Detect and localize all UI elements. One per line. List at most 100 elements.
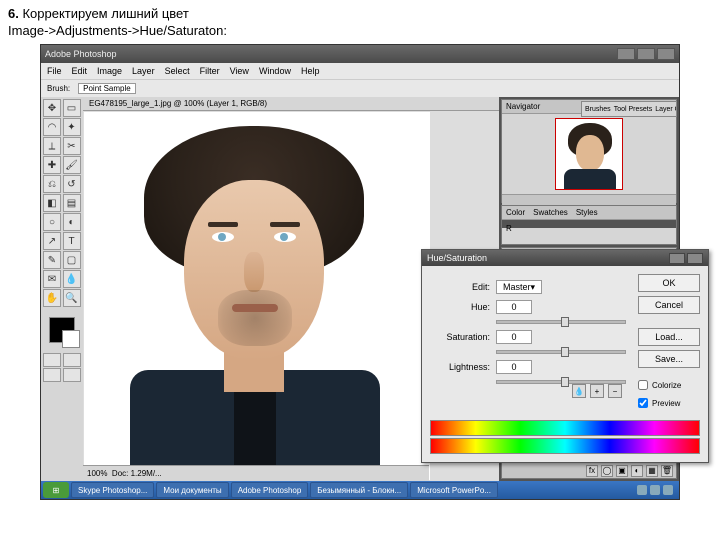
save-button[interactable]: Save... [638, 350, 700, 368]
step-number: 6. [8, 6, 19, 21]
hue-slider[interactable] [496, 320, 626, 324]
menubar: File Edit Image Layer Select Filter View… [41, 63, 679, 79]
hue-label: Hue: [430, 302, 490, 312]
eyedropper-plus-icon[interactable]: + [590, 384, 604, 398]
stamp-tool[interactable]: ⎌ [43, 175, 61, 193]
quickmask-on[interactable] [63, 353, 81, 367]
gradient-tool[interactable]: ▤ [63, 194, 81, 212]
menu-file[interactable]: File [47, 66, 62, 76]
hand-tool[interactable]: ✋ [43, 289, 61, 307]
marquee-tool[interactable]: ▭ [63, 99, 81, 117]
load-button[interactable]: Load... [638, 328, 700, 346]
cancel-button[interactable]: Cancel [638, 296, 700, 314]
pen-tool[interactable]: ✎ [43, 251, 61, 269]
foreground-color[interactable] [49, 317, 75, 343]
minimize-button[interactable] [617, 48, 635, 60]
menu-path: Image->Adjustments->Hue/Saturaton: [8, 23, 227, 38]
menu-help[interactable]: Help [301, 66, 320, 76]
menu-layer[interactable]: Layer [132, 66, 155, 76]
blur-tool[interactable]: ○ [43, 213, 61, 231]
wand-tool[interactable]: ✦ [63, 118, 81, 136]
eyedropper-icon[interactable]: 💧 [572, 384, 586, 398]
brush-tool[interactable]: 🖌 [63, 156, 81, 174]
notes-tool[interactable]: ✉ [43, 270, 61, 288]
lightness-label: Lightness: [430, 362, 490, 372]
titlebar[interactable]: Adobe Photoshop [41, 45, 679, 63]
system-tray[interactable] [633, 485, 677, 495]
task-item[interactable]: Adobe Photoshop [231, 482, 309, 498]
taskbar: ⊞ Skype Photoshop... Мои документы Adobe… [41, 481, 679, 499]
preview-checkbox[interactable]: Preview [638, 398, 700, 408]
background-color[interactable] [62, 330, 80, 348]
eraser-tool[interactable]: ◧ [43, 194, 61, 212]
zoom-tool[interactable]: 🔍 [63, 289, 81, 307]
dock-brushes[interactable]: Brushes [585, 106, 611, 113]
saturation-input[interactable] [496, 330, 532, 344]
styles-tab[interactable]: Styles [572, 206, 602, 219]
tray-icon[interactable] [650, 485, 660, 495]
edit-label: Edit: [430, 282, 490, 292]
eyedropper-minus-icon[interactable]: − [608, 384, 622, 398]
menu-window[interactable]: Window [259, 66, 291, 76]
right-dock[interactable]: Brushes Tool Presets Layer Co... [581, 101, 677, 117]
window-buttons [617, 48, 675, 60]
dock-toolpresets[interactable]: Tool Presets [614, 106, 653, 113]
lightness-slider[interactable] [496, 380, 626, 384]
type-tool[interactable]: T [63, 232, 81, 250]
hue-gradient [430, 420, 700, 436]
tray-icon[interactable] [637, 485, 647, 495]
task-item[interactable]: Microsoft PowerPo... [410, 482, 498, 498]
statusbar: 100% Doc: 1.29M/... [83, 465, 429, 481]
lasso-tool[interactable]: ◠ [43, 118, 61, 136]
history-brush-tool[interactable]: ↺ [63, 175, 81, 193]
app-title: Adobe Photoshop [45, 49, 117, 59]
shape-tool[interactable]: ▢ [63, 251, 81, 269]
close-button[interactable] [657, 48, 675, 60]
screenmode-std[interactable] [43, 368, 61, 382]
saturation-slider[interactable] [496, 350, 626, 354]
dialog-minimize[interactable] [669, 253, 685, 264]
hue-input[interactable] [496, 300, 532, 314]
task-item[interactable]: Skype Photoshop... [71, 482, 154, 498]
dodge-tool[interactable]: ◐ [63, 213, 81, 231]
crop-tool[interactable]: ⟂ [43, 137, 61, 155]
heal-tool[interactable]: ✚ [43, 156, 61, 174]
document-tab[interactable]: EG478195_large_1.jpg @ 100% (Layer 1, RG… [83, 97, 499, 111]
zoom-level[interactable]: 100% [87, 469, 107, 478]
task-item[interactable]: Мои документы [156, 482, 228, 498]
dialog-titlebar[interactable]: Hue/Saturation [422, 250, 708, 266]
slice-tool[interactable]: ✂ [63, 137, 81, 155]
menu-filter[interactable]: Filter [200, 66, 220, 76]
dialog-close[interactable] [687, 253, 703, 264]
hue-gradient-2 [430, 438, 700, 454]
fx-icon[interactable]: fx [586, 465, 598, 477]
colorize-checkbox[interactable]: Colorize [638, 380, 700, 390]
quickmask-off[interactable] [43, 353, 61, 367]
adjustment-icon[interactable]: ◐ [631, 465, 643, 477]
dock-layercomps[interactable]: Layer Co... [655, 106, 677, 113]
menu-image[interactable]: Image [97, 66, 122, 76]
menu-edit[interactable]: Edit [72, 66, 88, 76]
move-tool[interactable]: ✥ [43, 99, 61, 117]
edit-select[interactable]: Master ▾ [496, 280, 542, 294]
path-tool[interactable]: ↗ [43, 232, 61, 250]
new-layer-icon[interactable]: ▦ [646, 465, 658, 477]
lightness-input[interactable] [496, 360, 532, 374]
menu-view[interactable]: View [230, 66, 249, 76]
task-item[interactable]: Безымянный - Блокн... [310, 482, 408, 498]
color-tab[interactable]: Color [502, 206, 529, 219]
mask-icon[interactable]: ◯ [601, 465, 613, 477]
navigator-thumb[interactable] [555, 118, 623, 190]
screenmode-full[interactable] [63, 368, 81, 382]
swatches-tab[interactable]: Swatches [529, 206, 572, 219]
sample-size-select[interactable]: Point Sample [78, 83, 136, 94]
start-button[interactable]: ⊞ [43, 482, 69, 498]
trash-icon[interactable]: 🗑 [661, 465, 673, 477]
tray-icon[interactable] [663, 485, 673, 495]
maximize-button[interactable] [637, 48, 655, 60]
navigator-tab[interactable]: Navigator [502, 100, 544, 113]
ok-button[interactable]: OK [638, 274, 700, 292]
menu-select[interactable]: Select [165, 66, 190, 76]
folder-icon[interactable]: ▣ [616, 465, 628, 477]
eyedropper-tool[interactable]: 💧 [63, 270, 81, 288]
